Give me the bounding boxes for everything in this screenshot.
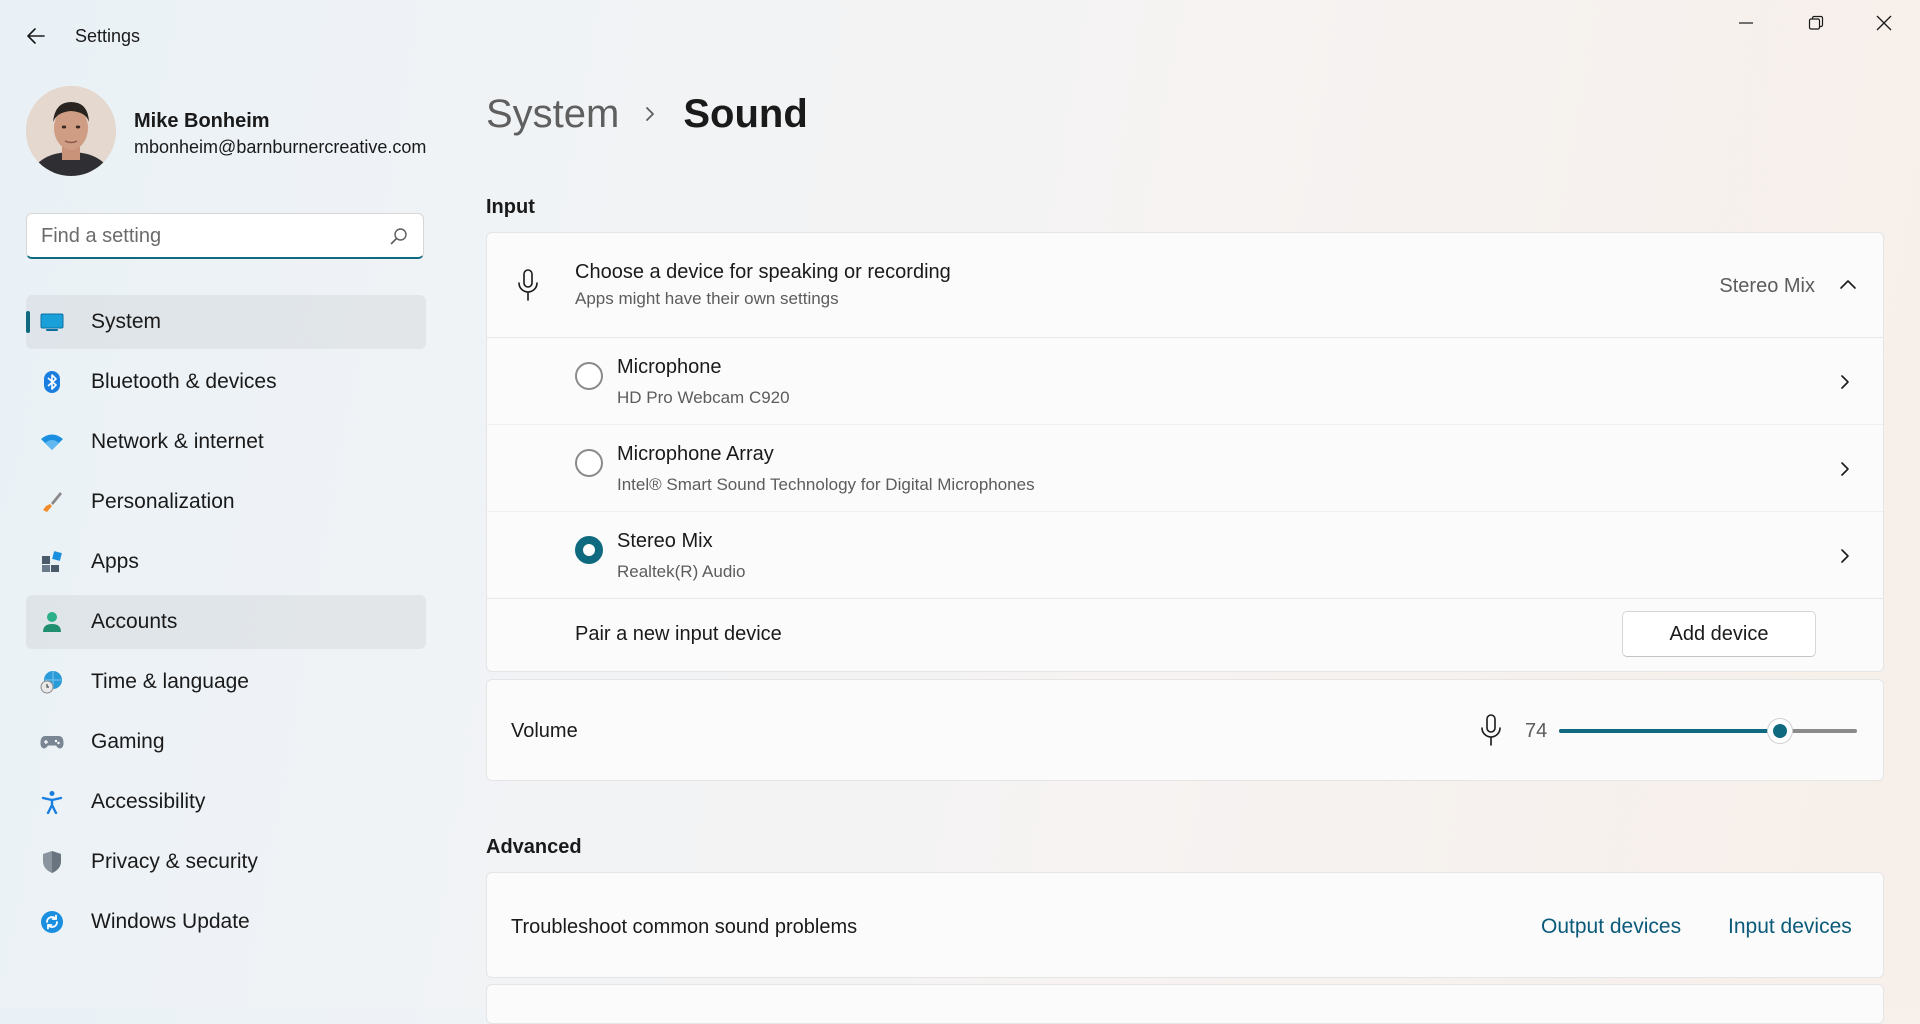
next-settings-card (486, 984, 1884, 1024)
sidebar-item-label: System (91, 310, 162, 333)
sidebar-item-label: Time & language (91, 670, 249, 693)
device-name: Microphone Array (617, 443, 774, 465)
chevron-right-icon (643, 104, 657, 124)
troubleshoot-label: Troubleshoot common sound problems (511, 916, 858, 938)
sidebar-item-label: Network & internet (91, 430, 264, 453)
volume-card: Volume 74 (486, 679, 1884, 781)
device-name: Stereo Mix (617, 530, 713, 552)
search-icon[interactable] (389, 226, 409, 246)
sidebar-item-apps[interactable]: Apps (26, 535, 426, 589)
close-icon (1876, 15, 1892, 31)
chooser-selected-value: Stereo Mix (1719, 275, 1815, 297)
input-device-chooser[interactable]: Choose a device for speaking or recordin… (487, 233, 1883, 337)
slider-thumb-dot (1772, 724, 1787, 738)
sidebar-item-accessibility[interactable]: Accessibility (26, 775, 426, 829)
minimize-button[interactable] (1712, 0, 1780, 46)
sidebar-item-accounts[interactable]: Accounts (26, 595, 426, 649)
page-title: Sound (683, 91, 808, 136)
sidebar-item-label: Accessibility (91, 790, 206, 813)
sidebar-item-label: Bluetooth & devices (91, 370, 277, 393)
add-device-button[interactable]: Add device (1622, 611, 1816, 657)
wifi-icon (40, 430, 64, 454)
microphone-icon (518, 269, 538, 301)
radio-microphone-array[interactable] (575, 449, 603, 477)
profile-name: Mike Bonheim (134, 110, 270, 132)
sidebar-item-personalization[interactable]: Personalization (26, 475, 426, 529)
pair-device-label: Pair a new input device (575, 623, 782, 645)
bluetooth-icon (40, 370, 64, 394)
back-button[interactable] (20, 20, 52, 52)
restore-icon (1808, 15, 1824, 30)
radio-microphone[interactable] (575, 362, 603, 390)
sidebar-item-label: Personalization (91, 490, 235, 513)
brush-icon (40, 490, 64, 514)
search-input[interactable] (41, 214, 371, 258)
shield-icon (40, 850, 64, 874)
restore-button[interactable] (1782, 0, 1850, 46)
sidebar-item-label: Accounts (91, 610, 178, 633)
chooser-title: Choose a device for speaking or recordin… (575, 261, 951, 283)
globe-clock-icon (40, 670, 64, 694)
volume-slider-thumb[interactable] (1767, 719, 1792, 743)
radio-stereo-mix[interactable] (575, 536, 603, 564)
input-device-card: Choose a device for speaking or recordin… (486, 232, 1884, 672)
sidebar-item-label: Windows Update (91, 910, 250, 933)
volume-slider[interactable] (1559, 719, 1857, 743)
search-box[interactable] (26, 213, 424, 259)
back-arrow-icon (27, 28, 45, 44)
list-item-device-stereo-mix[interactable]: Stereo Mix Realtek(R) Audio (487, 512, 1883, 598)
sidebar-item-network[interactable]: Network & internet (26, 415, 426, 469)
pair-input-device-row: Pair a new input device Add device (487, 599, 1883, 671)
section-title-input: Input (486, 196, 535, 218)
chooser-subtitle: Apps might have their own settings (575, 289, 839, 308)
app-title: Settings (75, 26, 141, 46)
input-devices-link[interactable]: Input devices (1728, 915, 1852, 939)
list-item-device-microphone[interactable]: Microphone HD Pro Webcam C920 (487, 338, 1883, 424)
sidebar-item-system[interactable]: System (26, 295, 426, 349)
profile-email: mbonheim@barnburnercreative.com (134, 137, 427, 157)
device-description: Intel® Smart Sound Technology for Digita… (617, 475, 1035, 494)
sidebar-item-privacy-security[interactable]: Privacy & security (26, 835, 426, 889)
sidebar-item-gaming[interactable]: Gaming (26, 715, 426, 769)
sidebar-nav: System Bluetooth & devices Network & int… (26, 295, 426, 955)
microphone-icon[interactable] (1480, 714, 1502, 746)
accessibility-icon (40, 790, 64, 814)
sidebar-item-time-language[interactable]: Time & language (26, 655, 426, 709)
troubleshoot-card: Troubleshoot common sound problems Outpu… (486, 872, 1884, 978)
minimize-icon (1739, 22, 1753, 24)
selection-indicator (26, 311, 30, 333)
title-bar: Settings (0, 0, 1920, 70)
update-icon (40, 910, 64, 934)
sidebar-item-label: Privacy & security (91, 850, 258, 873)
device-description: HD Pro Webcam C920 (617, 388, 790, 407)
volume-slider-fill (1559, 729, 1780, 733)
avatar-photo-icon (26, 86, 116, 176)
sidebar-item-bluetooth[interactable]: Bluetooth & devices (26, 355, 426, 409)
output-devices-link[interactable]: Output devices (1541, 915, 1681, 939)
close-button[interactable] (1850, 0, 1918, 46)
device-description: Realtek(R) Audio (617, 562, 746, 581)
sidebar-item-windows-update[interactable]: Windows Update (26, 895, 426, 949)
avatar (26, 86, 116, 176)
chevron-right-icon[interactable] (1837, 548, 1853, 564)
section-title-advanced: Advanced (486, 836, 582, 858)
sidebar-item-label: Gaming (91, 730, 165, 753)
chevron-up-icon[interactable] (1839, 277, 1857, 293)
chevron-right-icon[interactable] (1837, 461, 1853, 477)
breadcrumb-parent-link[interactable]: System (486, 92, 619, 137)
breadcrumb: System Sound (486, 86, 808, 142)
volume-label: Volume (511, 720, 578, 742)
volume-value: 74 (1525, 720, 1548, 742)
person-icon (40, 610, 64, 634)
list-item-device-microphone-array[interactable]: Microphone Array Intel® Smart Sound Tech… (487, 425, 1883, 511)
sidebar-item-label: Apps (91, 550, 139, 573)
system-display-icon (40, 310, 64, 334)
user-profile[interactable]: Mike Bonheim mbonheim@barnburnercreative… (26, 86, 446, 178)
device-name: Microphone (617, 356, 722, 378)
apps-icon (40, 550, 64, 574)
chevron-right-icon[interactable] (1837, 374, 1853, 390)
gamepad-icon (40, 730, 64, 754)
